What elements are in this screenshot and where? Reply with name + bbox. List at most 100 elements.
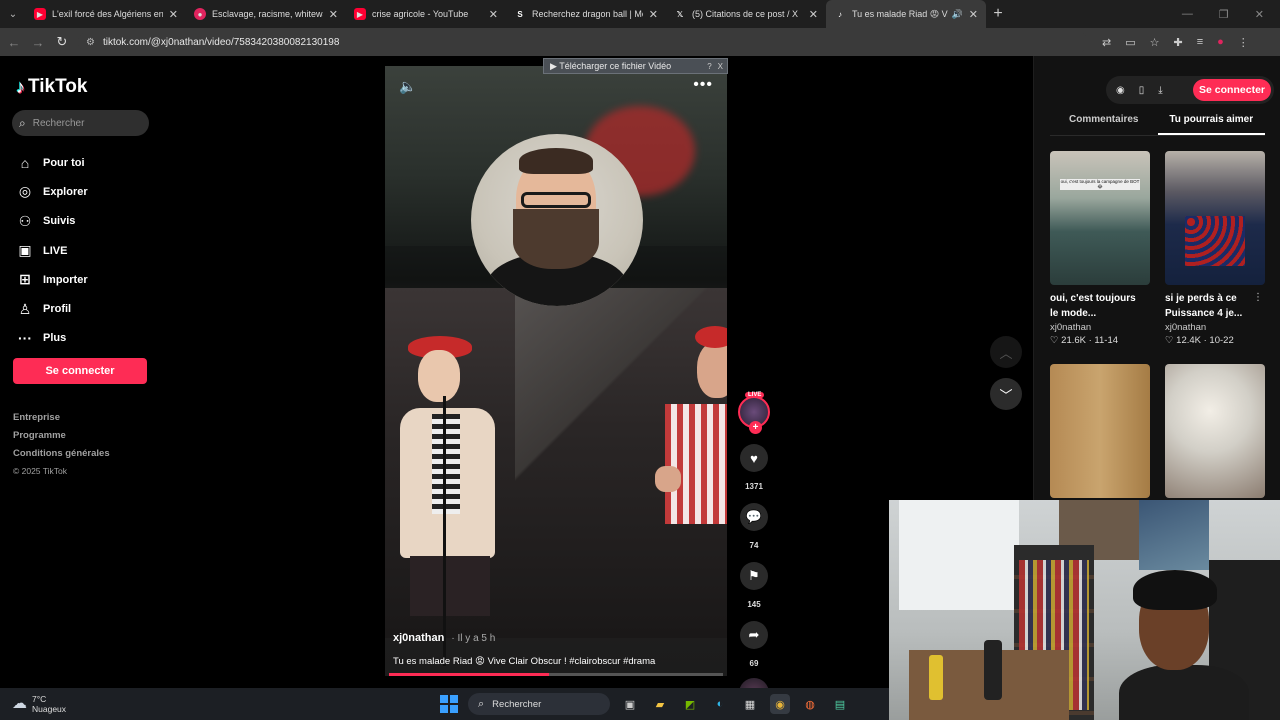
- tiktok-logo[interactable]: ♪ TikTok: [16, 76, 87, 98]
- previous-video-button[interactable]: ︿: [990, 336, 1022, 368]
- browser-tab[interactable]: S Recherchez dragon ball | Mode ✕: [506, 0, 666, 28]
- search-input[interactable]: ⌕ Rechercher: [12, 110, 149, 136]
- back-icon[interactable]: ←: [2, 35, 26, 50]
- share-icon: ➦: [740, 621, 768, 649]
- close-tab-icon[interactable]: ✕: [329, 8, 338, 21]
- sidebar-item-explorer[interactable]: ◎ Explorer: [16, 177, 88, 206]
- close-tab-icon[interactable]: ✕: [809, 8, 818, 21]
- login-button[interactable]: Se connecter: [13, 358, 147, 384]
- close-icon[interactable]: X: [718, 62, 723, 71]
- site-info-icon[interactable]: ⚙: [86, 37, 95, 48]
- sidebar-item-pour-toi[interactable]: ⌂ Pour toi: [16, 148, 88, 177]
- audio-playing-icon[interactable]: 🔊: [952, 9, 963, 20]
- video-author[interactable]: xj0nathan · Il y a 5 h: [393, 632, 495, 644]
- firefox-icon[interactable]: ◍: [800, 694, 820, 714]
- right-panel-tabs: Commentaires Tu pourrais aimer: [1050, 114, 1265, 136]
- mobile-app-icon[interactable]: ▯: [1139, 85, 1145, 96]
- browser-tab[interactable]: 𝕏 (5) Citations de ce post / X ✕: [666, 0, 826, 28]
- s-icon: S: [517, 9, 523, 19]
- like-action[interactable]: ♥ 1371: [736, 444, 772, 491]
- browser-tab[interactable]: ● Esclavage, racisme, whitewashin ✕: [186, 0, 346, 28]
- comment-action[interactable]: 💬 74: [736, 503, 772, 550]
- extensions-icon[interactable]: ✚: [1174, 36, 1183, 49]
- follow-plus-icon[interactable]: +: [749, 421, 762, 434]
- weather-widget[interactable]: ☁ 7°C Nuageux: [12, 694, 66, 714]
- upload-icon: ⊞: [19, 271, 31, 288]
- forward-icon[interactable]: →: [26, 35, 50, 50]
- close-tab-icon[interactable]: ✕: [169, 8, 178, 21]
- download-video-banner[interactable]: ▶ Télécharger ce fichier Vidéo ? X: [543, 58, 728, 74]
- store-icon[interactable]: ▦: [740, 694, 760, 714]
- share-action[interactable]: ➦ 69: [736, 621, 772, 668]
- footer-links: Entreprise Programme Conditions générale…: [13, 412, 110, 476]
- tab-tu-pourrais-aimer[interactable]: Tu pourrais aimer: [1157, 114, 1265, 135]
- card-title: si je perds à ce Puissance 4 je...: [1165, 293, 1243, 319]
- file-explorer-icon[interactable]: ▰: [650, 694, 670, 714]
- browser-tab[interactable]: ▶ L'exil forcé des Algériens en No ✕: [26, 0, 186, 28]
- chrome-icon[interactable]: ◉: [770, 694, 790, 714]
- record-icon: ●: [194, 8, 206, 20]
- save-action[interactable]: ⚑ 145: [736, 562, 772, 609]
- footer-link-conditions[interactable]: Conditions générales: [13, 448, 110, 466]
- url-field[interactable]: ⚙ tiktok.com/@xj0nathan/video/7583420380…: [78, 31, 1088, 53]
- reload-icon[interactable]: ↻: [50, 34, 74, 50]
- translate-icon[interactable]: ⇄: [1102, 36, 1111, 49]
- video-progress-bar[interactable]: [389, 673, 723, 676]
- browser-tab-active[interactable]: ♪ Tu es malade Riad 😡 Vive 🔊 ✕: [826, 0, 986, 28]
- download-icon[interactable]: ⤓: [1158, 85, 1162, 96]
- maximize-icon[interactable]: ❐: [1219, 8, 1229, 21]
- recommended-video-card[interactable]: [1050, 364, 1150, 498]
- microphone-stand: [443, 396, 446, 666]
- sidebar-item-label: Pour toi: [43, 156, 85, 169]
- edge-icon[interactable]: ◐: [710, 694, 730, 714]
- close-tab-icon[interactable]: ✕: [649, 8, 658, 21]
- sidebar-item-label: LIVE: [43, 244, 68, 257]
- taskbar-search[interactable]: ⌕ Rechercher: [468, 693, 610, 715]
- cast-icon[interactable]: ▭: [1125, 36, 1135, 49]
- bookmark-icon: ⚑: [740, 562, 768, 590]
- browser-tab[interactable]: ▶ crise agricole - YouTube ✕: [346, 0, 506, 28]
- tab-commentaires[interactable]: Commentaires: [1050, 114, 1158, 135]
- posted-time: · Il y a 5 h: [451, 633, 496, 644]
- sidebar-item-live[interactable]: ▣ LIVE: [16, 236, 88, 265]
- recommended-video-card[interactable]: [1165, 364, 1265, 498]
- help-icon[interactable]: ?: [707, 62, 711, 71]
- volume-icon[interactable]: 🔈: [399, 78, 416, 95]
- video-thumbnail: oui, c'est toujours la campagne de BOT 😂: [1050, 151, 1150, 285]
- youtube-icon: ▶: [34, 8, 46, 20]
- close-tab-icon[interactable]: ✕: [969, 8, 978, 21]
- close-tab-icon[interactable]: ✕: [489, 8, 498, 21]
- logo-text: TikTok: [28, 76, 88, 97]
- sidebar-item-profil[interactable]: ♙ Profil: [16, 294, 88, 323]
- tab-search-icon[interactable]: ⌄: [0, 0, 26, 28]
- connect-four-board: [1185, 216, 1245, 266]
- login-button-top[interactable]: Se connecter: [1193, 79, 1271, 101]
- sidebar-item-label: Explorer: [43, 185, 88, 198]
- coins-icon[interactable]: ◉: [1116, 85, 1125, 96]
- sidebar-item-importer[interactable]: ⊞ Importer: [16, 265, 88, 294]
- sidebar-item-suivis[interactable]: ⚇ Suivis: [16, 207, 88, 236]
- tab-title: Recherchez dragon ball | Mode: [532, 9, 643, 19]
- minimize-icon[interactable]: —: [1182, 8, 1193, 20]
- profile-icon[interactable]: ●: [1217, 36, 1224, 48]
- nvidia-icon[interactable]: ◩: [680, 694, 700, 714]
- video-player[interactable]: 🔈 ••• xj0nathan · Il y a 5 h Tu es malad…: [385, 66, 727, 676]
- close-window-icon[interactable]: ✕: [1255, 8, 1264, 21]
- card-menu-icon[interactable]: ⋮: [1253, 292, 1263, 303]
- video-thumbnail: [1165, 364, 1265, 498]
- app-icon[interactable]: ▤: [830, 694, 850, 714]
- next-video-button[interactable]: ﹀: [990, 378, 1022, 410]
- new-tab-button[interactable]: +: [986, 5, 1010, 23]
- recommended-video-card[interactable]: si je perds à ce Puissance 4 je... xj0na…: [1165, 151, 1265, 346]
- browser-menu-icon[interactable]: ⋮: [1238, 36, 1249, 49]
- media-icon[interactable]: ≡: [1197, 36, 1203, 48]
- creator-avatar[interactable]: LIVE +: [738, 392, 770, 434]
- recommended-video-card[interactable]: oui, c'est toujours la campagne de BOT 😂…: [1050, 151, 1150, 346]
- footer-link-entreprise[interactable]: Entreprise: [13, 412, 110, 430]
- windows-start-icon[interactable]: [440, 695, 458, 713]
- task-view-icon[interactable]: ▣: [620, 694, 640, 714]
- bookmark-star-icon[interactable]: ☆: [1150, 36, 1160, 49]
- more-options-icon[interactable]: •••: [693, 76, 713, 94]
- footer-link-programme[interactable]: Programme: [13, 430, 110, 448]
- sidebar-item-plus[interactable]: ··· Plus: [16, 324, 88, 353]
